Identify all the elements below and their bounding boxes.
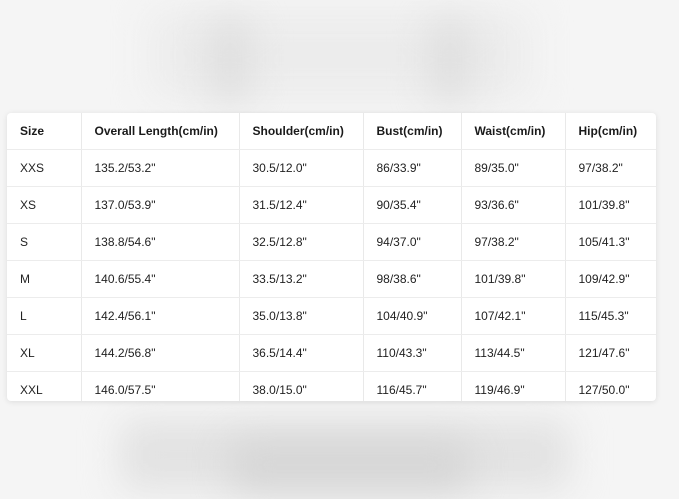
size-cell: XXL	[7, 371, 82, 401]
header-size: Size	[7, 113, 82, 150]
header-shoulder: Shoulder(cm/in)	[239, 113, 364, 150]
bust-cell: 94/37.0"	[363, 223, 462, 261]
overall-length-cell: 140.6/55.4"	[81, 260, 240, 298]
waist-cell: 113/44.5"	[461, 334, 566, 372]
overall-length-cell: 137.0/53.9"	[81, 186, 240, 224]
table-row: XXS 135.2/53.2" 30.5/12.0" 86/33.9" 89/3…	[7, 149, 656, 187]
bust-cell: 98/38.6"	[363, 260, 462, 298]
size-cell: XL	[7, 334, 82, 372]
shoulder-cell: 30.5/12.0"	[239, 149, 364, 187]
bust-cell: 116/45.7"	[363, 371, 462, 401]
background-blur-shape	[430, 20, 470, 100]
waist-cell: 97/38.2"	[461, 223, 566, 261]
shoulder-cell: 36.5/14.4"	[239, 334, 364, 372]
header-hip: Hip(cm/in)	[565, 113, 656, 150]
background-blur-shape	[150, 10, 530, 100]
table-row: XS 137.0/53.9" 31.5/12.4" 90/35.4" 93/36…	[7, 186, 656, 224]
table-row: M 140.6/55.4" 33.5/13.2" 98/38.6" 101/39…	[7, 260, 656, 298]
hip-cell: 121/47.6"	[565, 334, 656, 372]
size-cell: XS	[7, 186, 82, 224]
waist-cell: 101/39.8"	[461, 260, 566, 298]
shoulder-cell: 33.5/13.2"	[239, 260, 364, 298]
size-chart-card: Size Overall Length(cm/in) Shoulder(cm/i…	[7, 113, 656, 401]
size-cell: M	[7, 260, 82, 298]
table-row: L 142.4/56.1" 35.0/13.8" 104/40.9" 107/4…	[7, 297, 656, 335]
shoulder-cell: 38.0/15.0"	[239, 371, 364, 401]
header-waist: Waist(cm/in)	[461, 113, 566, 150]
shoulder-cell: 31.5/12.4"	[239, 186, 364, 224]
size-cell: S	[7, 223, 82, 261]
hip-cell: 105/41.3"	[565, 223, 656, 261]
hip-cell: 127/50.0"	[578, 383, 630, 397]
overall-length-cell: 146.0/57.5"	[81, 371, 240, 401]
background-blur-shape	[230, 440, 470, 490]
overall-length-cell: 144.2/56.8"	[81, 334, 240, 372]
hip-cell: 101/39.8"	[565, 186, 656, 224]
overall-length-cell: 138.8/54.6"	[81, 223, 240, 261]
waist-cell: 89/35.0"	[461, 149, 566, 187]
bust-cell: 86/33.9"	[363, 149, 462, 187]
shoulder-cell: 35.0/13.8"	[239, 297, 364, 335]
hip-cell: 97/38.2"	[565, 149, 656, 187]
waist-cell: 107/42.1"	[461, 297, 566, 335]
size-cell: L	[7, 297, 82, 335]
bust-cell: 104/40.9"	[363, 297, 462, 335]
table-header-row: Size Overall Length(cm/in) Shoulder(cm/i…	[7, 113, 656, 150]
header-bust: Bust(cm/in)	[363, 113, 462, 150]
size-cell: XXS	[7, 149, 82, 187]
waist-cell: 119/46.9"	[461, 371, 566, 401]
overall-length-cell: 135.2/53.2"	[81, 149, 240, 187]
bust-cell: 110/43.3"	[363, 334, 462, 372]
hip-cell: 109/42.9"	[565, 260, 656, 298]
size-chart-table: Size Overall Length(cm/in) Shoulder(cm/i…	[7, 113, 656, 401]
table-row: XL 144.2/56.8" 36.5/14.4" 110/43.3" 113/…	[7, 334, 656, 372]
background-blur-shape	[210, 20, 250, 100]
table-row: S 138.8/54.6" 32.5/12.8" 94/37.0" 97/38.…	[7, 223, 656, 261]
header-overall-length: Overall Length(cm/in)	[81, 113, 240, 150]
overall-length-cell: 142.4/56.1"	[81, 297, 240, 335]
table-row: XXL 146.0/57.5" 38.0/15.0" 116/45.7" 119…	[7, 371, 656, 401]
shoulder-cell: 32.5/12.8"	[239, 223, 364, 261]
bust-cell: 90/35.4"	[363, 186, 462, 224]
waist-cell: 93/36.6"	[461, 186, 566, 224]
hip-cell: 115/45.3"	[565, 297, 656, 335]
